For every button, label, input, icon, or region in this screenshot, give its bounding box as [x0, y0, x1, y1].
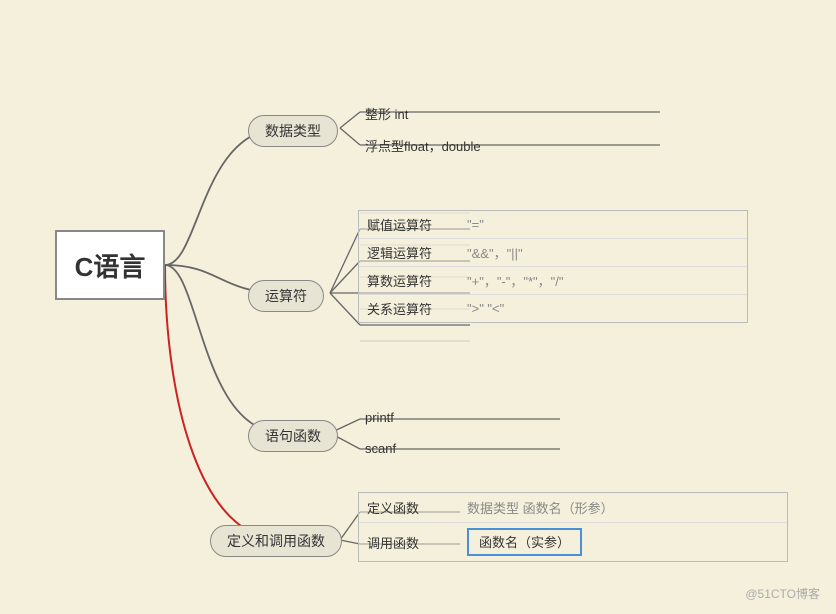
leaf-logical: 逻辑运算符: [367, 243, 447, 262]
leaf-int: 整形 int: [365, 104, 408, 123]
branch-functions-label: 定义和调用函数: [227, 531, 325, 551]
branch-data-types: 数据类型: [248, 115, 338, 147]
branch-functions: 定义和调用函数: [210, 525, 342, 557]
leaf-assign: 赋值运算符: [367, 215, 447, 234]
leaf-arithmetic-op: "+"，"-"，"*"，"/": [467, 271, 564, 290]
leaf-call-detail: 函数名（实参）: [479, 535, 570, 550]
leaf-call: 调用函数: [367, 533, 437, 552]
leaf-printf: printf: [365, 410, 394, 425]
branch-statements: 语句函数: [248, 420, 338, 452]
root-label: C语言: [75, 247, 146, 284]
branch-data-types-label: 数据类型: [265, 121, 321, 141]
leaf-define: 定义函数: [367, 498, 437, 517]
mindmap-canvas: C语言 数据类型 运算符 语句函数 定义和调用函数 整形 int 浮点型floa…: [0, 0, 836, 614]
leaf-logical-op: "&&"，"||": [467, 243, 523, 262]
leaf-relational-op: ">" "<": [467, 301, 504, 316]
branch-operators-label: 运算符: [265, 286, 307, 306]
leaf-arithmetic: 算数运算符: [367, 271, 447, 290]
branch-statements-label: 语句函数: [265, 426, 321, 446]
leaf-assign-op: "=": [467, 217, 484, 232]
leaf-scanf: scanf: [365, 441, 396, 456]
root-node: C语言: [55, 230, 165, 300]
branch-operators: 运算符: [248, 280, 324, 312]
leaf-float: 浮点型float，double: [365, 136, 481, 155]
leaf-define-detail: 数据类型 函数名（形参）: [467, 498, 614, 517]
leaf-relational: 关系运算符: [367, 299, 447, 318]
